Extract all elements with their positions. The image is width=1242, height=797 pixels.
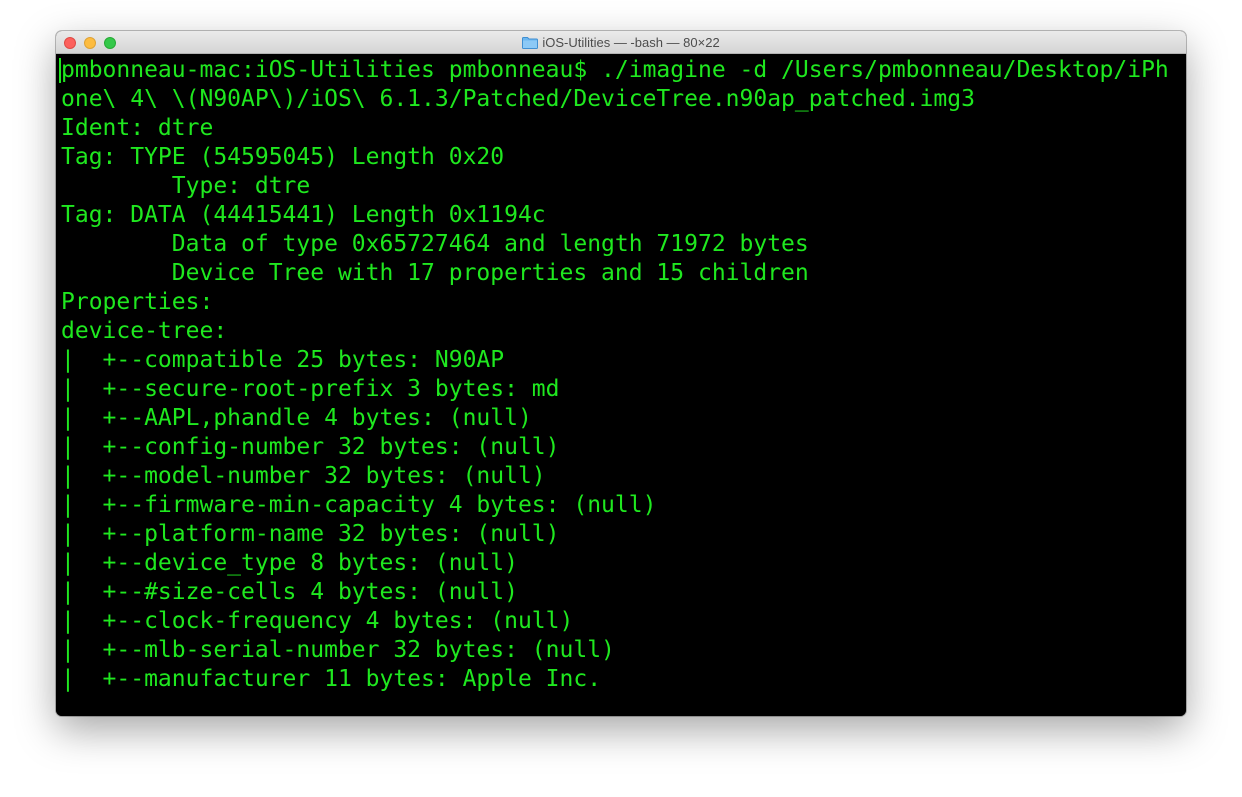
terminal-line: | +--model-number 32 bytes: (null)	[61, 463, 546, 489]
terminal-line: Data of type 0x65727464 and length 71972…	[61, 231, 809, 257]
terminal-line: | +--clock-frequency 4 bytes: (null)	[61, 608, 574, 634]
terminal-line: | +--firmware-min-capacity 4 bytes: (nul…	[61, 492, 657, 518]
folder-icon	[522, 36, 539, 49]
title-bar[interactable]: iOS-Utilities — -bash — 80×22	[56, 31, 1186, 54]
terminal-line: device-tree:	[61, 318, 228, 344]
terminal-line-command: pmbonneau-mac:iOS-Utilities pmbonneau$ .…	[61, 57, 1169, 83]
terminal-window: iOS-Utilities — -bash — 80×22 pmbonneau-…	[56, 31, 1186, 716]
terminal-line-command-continued: one\ 4\ \(N90AP\)/iOS\ 6.1.3/Patched/Dev…	[61, 86, 975, 112]
terminal-output[interactable]: pmbonneau-mac:iOS-Utilities pmbonneau$ .…	[56, 54, 1186, 716]
terminal-line: Tag: DATA (44415441) Length 0x1194c	[61, 202, 546, 228]
terminal-line: Ident: dtre	[61, 115, 214, 141]
terminal-line: | +--platform-name 32 bytes: (null)	[61, 521, 560, 547]
terminal-line: Properties:	[61, 289, 214, 315]
terminal-line: | +--device_type 8 bytes: (null)	[61, 550, 518, 576]
window-title-container: iOS-Utilities — -bash — 80×22	[56, 31, 1186, 54]
line-marker	[59, 58, 61, 83]
terminal-line: | +--AAPL,phandle 4 bytes: (null)	[61, 405, 532, 431]
terminal-line: | +--secure-root-prefix 3 bytes: md	[61, 376, 560, 402]
window-title: iOS-Utilities — -bash — 80×22	[542, 35, 720, 50]
terminal-line: | +--config-number 32 bytes: (null)	[61, 434, 560, 460]
terminal-line: Device Tree with 17 properties and 15 ch…	[61, 260, 809, 286]
terminal-line: Tag: TYPE (54595045) Length 0x20	[61, 144, 505, 170]
terminal-line: | +--manufacturer 11 bytes: Apple Inc.	[61, 666, 602, 692]
terminal-line: Type: dtre	[61, 173, 311, 199]
terminal-line: | +--mlb-serial-number 32 bytes: (null)	[61, 637, 615, 663]
terminal-line: | +--compatible 25 bytes: N90AP	[61, 347, 505, 373]
terminal-line: | +--#size-cells 4 bytes: (null)	[61, 579, 518, 605]
